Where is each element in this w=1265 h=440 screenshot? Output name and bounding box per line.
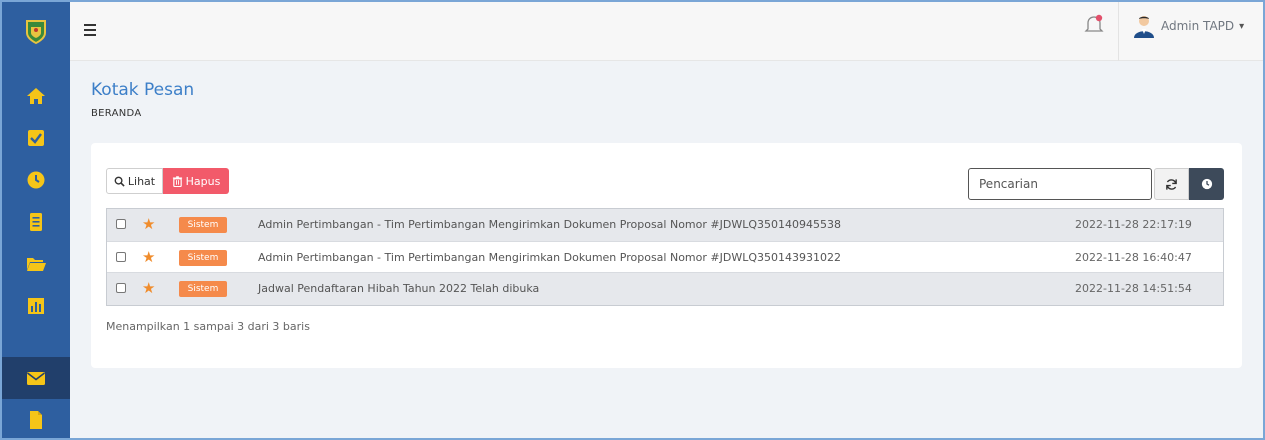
sidebar-item-reports[interactable]	[2, 285, 70, 327]
bell-icon[interactable]	[1082, 12, 1106, 36]
sidebar-item-messages[interactable]	[2, 357, 70, 399]
table-row[interactable]: ★ Sistem Admin Pertimbangan - Tim Pertim…	[107, 209, 1223, 241]
home-icon	[27, 88, 45, 104]
checkbox-icon	[28, 130, 44, 146]
message-table: ★ Sistem Admin Pertimbangan - Tim Pertim…	[106, 208, 1224, 306]
view-button[interactable]: Lihat	[106, 168, 163, 194]
header-divider	[1118, 2, 1119, 61]
envelope-icon	[27, 372, 45, 385]
top-bar: Admin TAPD ▾	[2, 2, 1263, 61]
document-list-icon	[30, 213, 42, 231]
breadcrumb[interactable]: BERANDA	[91, 108, 142, 119]
source-badge: Sistem	[179, 281, 227, 297]
table-row[interactable]: ★ Sistem Jadwal Pendaftaran Hibah Tahun …	[107, 273, 1223, 305]
source-badge: Sistem	[179, 250, 227, 266]
regional-emblem-icon	[26, 19, 46, 44]
refresh-icon	[1166, 178, 1177, 190]
message-subject[interactable]: Admin Pertimbangan - Tim Pertimbangan Me…	[258, 218, 841, 231]
user-name: Admin TAPD	[1161, 19, 1235, 33]
clock-icon	[1201, 178, 1212, 190]
row-checkbox[interactable]	[116, 219, 126, 229]
message-subject[interactable]: Jadwal Pendaftaran Hibah Tahun 2022 Tela…	[258, 282, 539, 295]
logo[interactable]	[2, 2, 70, 61]
table-row[interactable]: ★ Sistem Admin Pertimbangan - Tim Pertim…	[107, 241, 1223, 273]
view-button-label: Lihat	[127, 174, 156, 188]
hamburger-icon[interactable]	[82, 20, 102, 40]
page-title: Kotak Pesan	[91, 80, 195, 100]
star-icon[interactable]: ★	[142, 215, 155, 233]
sidebar-item-home[interactable]	[2, 75, 70, 117]
message-date: 2022-11-28 16:40:47	[1075, 251, 1192, 264]
sidebar-item-checklist[interactable]	[2, 117, 70, 159]
sidebar-item-history[interactable]	[2, 159, 70, 201]
bar-chart-icon	[28, 298, 44, 314]
clock-icon	[27, 171, 45, 189]
folder-open-icon	[27, 258, 46, 271]
search-icon	[114, 176, 125, 187]
row-checkbox[interactable]	[116, 252, 126, 262]
trash-icon	[172, 175, 182, 187]
sidebar-item-folders[interactable]	[2, 243, 70, 285]
refresh-button[interactable]	[1154, 168, 1189, 200]
app-frame: Admin TAPD ▾ Kotak Pesan BERANDA Lihat H…	[0, 0, 1265, 440]
sidebar	[2, 61, 70, 438]
row-checkbox[interactable]	[116, 283, 126, 293]
star-icon[interactable]: ★	[142, 248, 155, 266]
delete-button[interactable]: Hapus	[163, 168, 229, 194]
search-input[interactable]	[968, 168, 1152, 200]
delete-button-label: Hapus	[185, 174, 221, 188]
user-menu[interactable]: Admin TAPD ▾	[1132, 12, 1244, 40]
star-icon[interactable]: ★	[142, 279, 155, 297]
history-button[interactable]	[1189, 168, 1224, 200]
message-date: 2022-11-28 14:51:54	[1075, 282, 1192, 295]
sidebar-item-documents[interactable]	[2, 201, 70, 243]
source-badge: Sistem	[179, 217, 227, 233]
message-date: 2022-11-28 22:17:19	[1075, 218, 1192, 231]
message-subject[interactable]: Admin Pertimbangan - Tim Pertimbangan Me…	[258, 251, 841, 264]
chevron-down-icon: ▾	[1239, 20, 1245, 32]
pagination-summary: Menampilkan 1 sampai 3 dari 3 baris	[106, 320, 310, 333]
file-icon	[30, 411, 42, 429]
user-avatar-icon	[1134, 16, 1154, 38]
sidebar-item-files[interactable]	[2, 399, 70, 438]
